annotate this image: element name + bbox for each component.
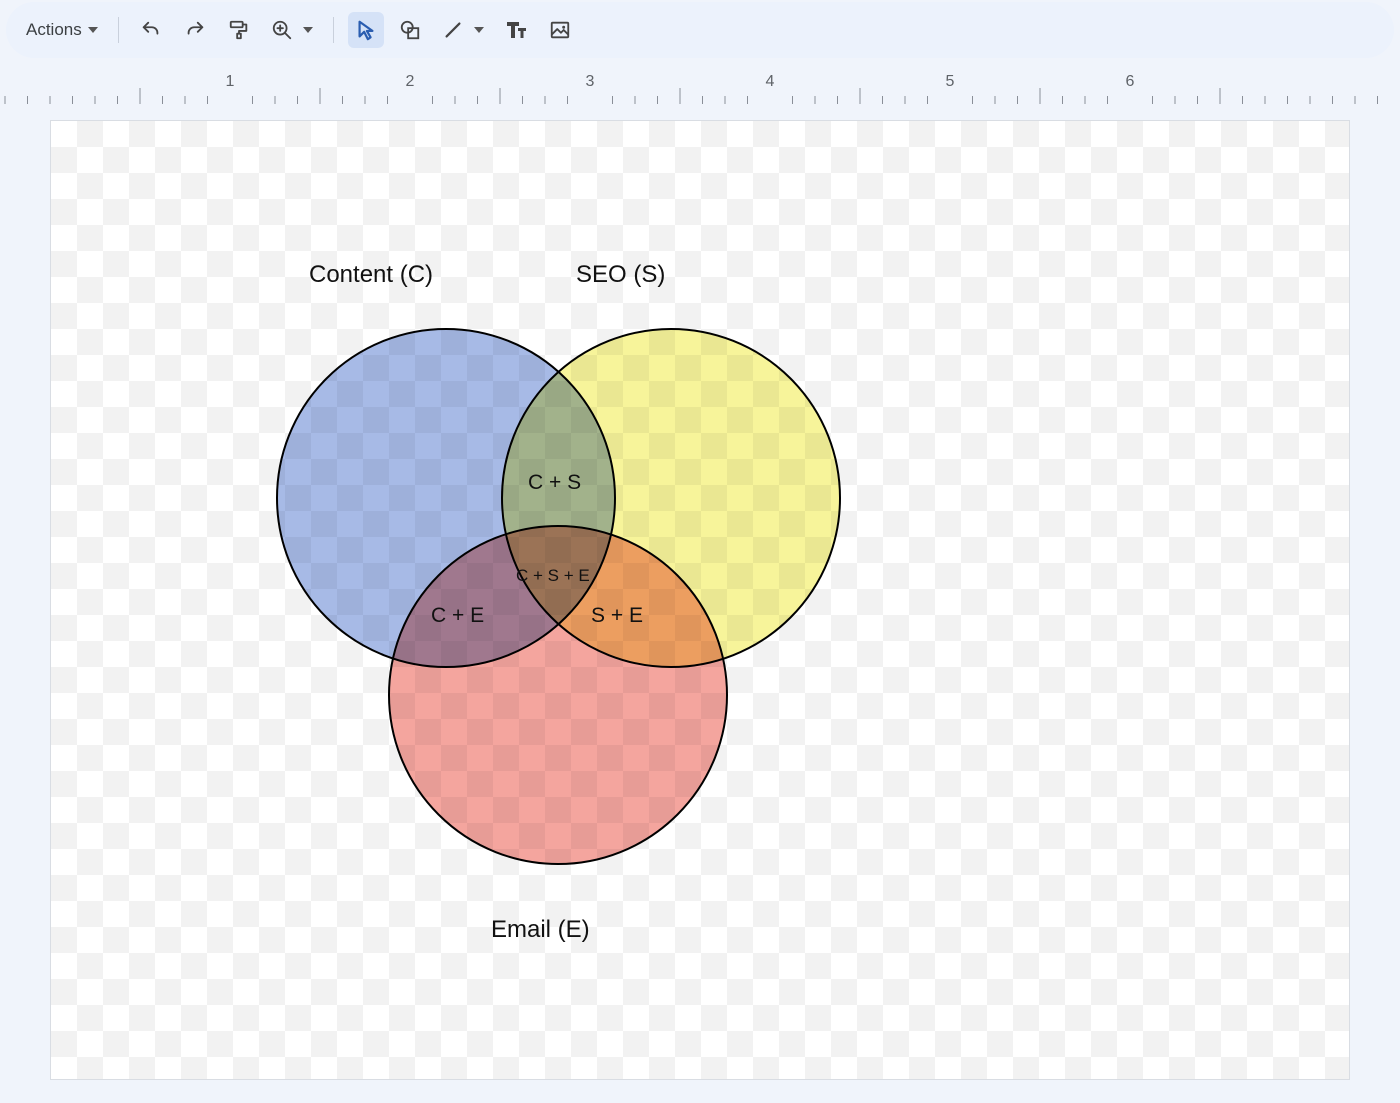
select-tool-button[interactable] (348, 12, 384, 48)
venn-title-email[interactable]: Email (E) (491, 916, 590, 944)
redo-button[interactable] (177, 12, 213, 48)
textbox-icon (504, 19, 528, 41)
undo-button[interactable] (133, 12, 169, 48)
ruler-mark: 4 (766, 73, 775, 90)
separator (333, 17, 334, 43)
caret-down-icon (303, 27, 313, 33)
ruler-mark: 3 (586, 73, 595, 90)
zoom-in-icon (271, 19, 293, 41)
undo-icon (140, 19, 162, 41)
paint-format-button[interactable] (221, 12, 257, 48)
horizontal-ruler[interactable]: 1 2 3 4 5 6 (0, 66, 1400, 108)
zoom-button[interactable] (265, 12, 319, 48)
venn-intersection-c-s-e[interactable]: C + S + E (516, 566, 590, 586)
venn-title-content[interactable]: Content (C) (309, 261, 433, 289)
image-icon (549, 19, 571, 41)
ruler-mark: 6 (1126, 73, 1135, 90)
toolbar: Actions (6, 2, 1394, 58)
cursor-icon (355, 19, 377, 41)
ruler-mark: 2 (406, 73, 415, 90)
redo-icon (184, 19, 206, 41)
line-icon (442, 19, 464, 41)
venn-intersection-c-e[interactable]: C + E (431, 604, 484, 628)
line-tool-button[interactable] (436, 12, 490, 48)
shape-icon (399, 19, 421, 41)
venn-intersection-c-s[interactable]: C + S (528, 471, 581, 495)
actions-label: Actions (26, 20, 82, 40)
ruler-mark: 1 (226, 73, 235, 90)
image-tool-button[interactable] (542, 12, 578, 48)
textbox-tool-button[interactable] (498, 12, 534, 48)
venn-intersection-s-e[interactable]: S + E (591, 604, 643, 628)
actions-menu[interactable]: Actions (20, 12, 104, 48)
paint-roller-icon (228, 19, 250, 41)
separator (118, 17, 119, 43)
caret-down-icon (88, 27, 98, 33)
shape-tool-button[interactable] (392, 12, 428, 48)
caret-down-icon (474, 27, 484, 33)
venn-title-seo[interactable]: SEO (S) (576, 261, 665, 289)
drawing-canvas[interactable]: Content (C) SEO (S) Email (E) C + S C + … (50, 120, 1350, 1080)
ruler-mark: 5 (946, 73, 955, 90)
